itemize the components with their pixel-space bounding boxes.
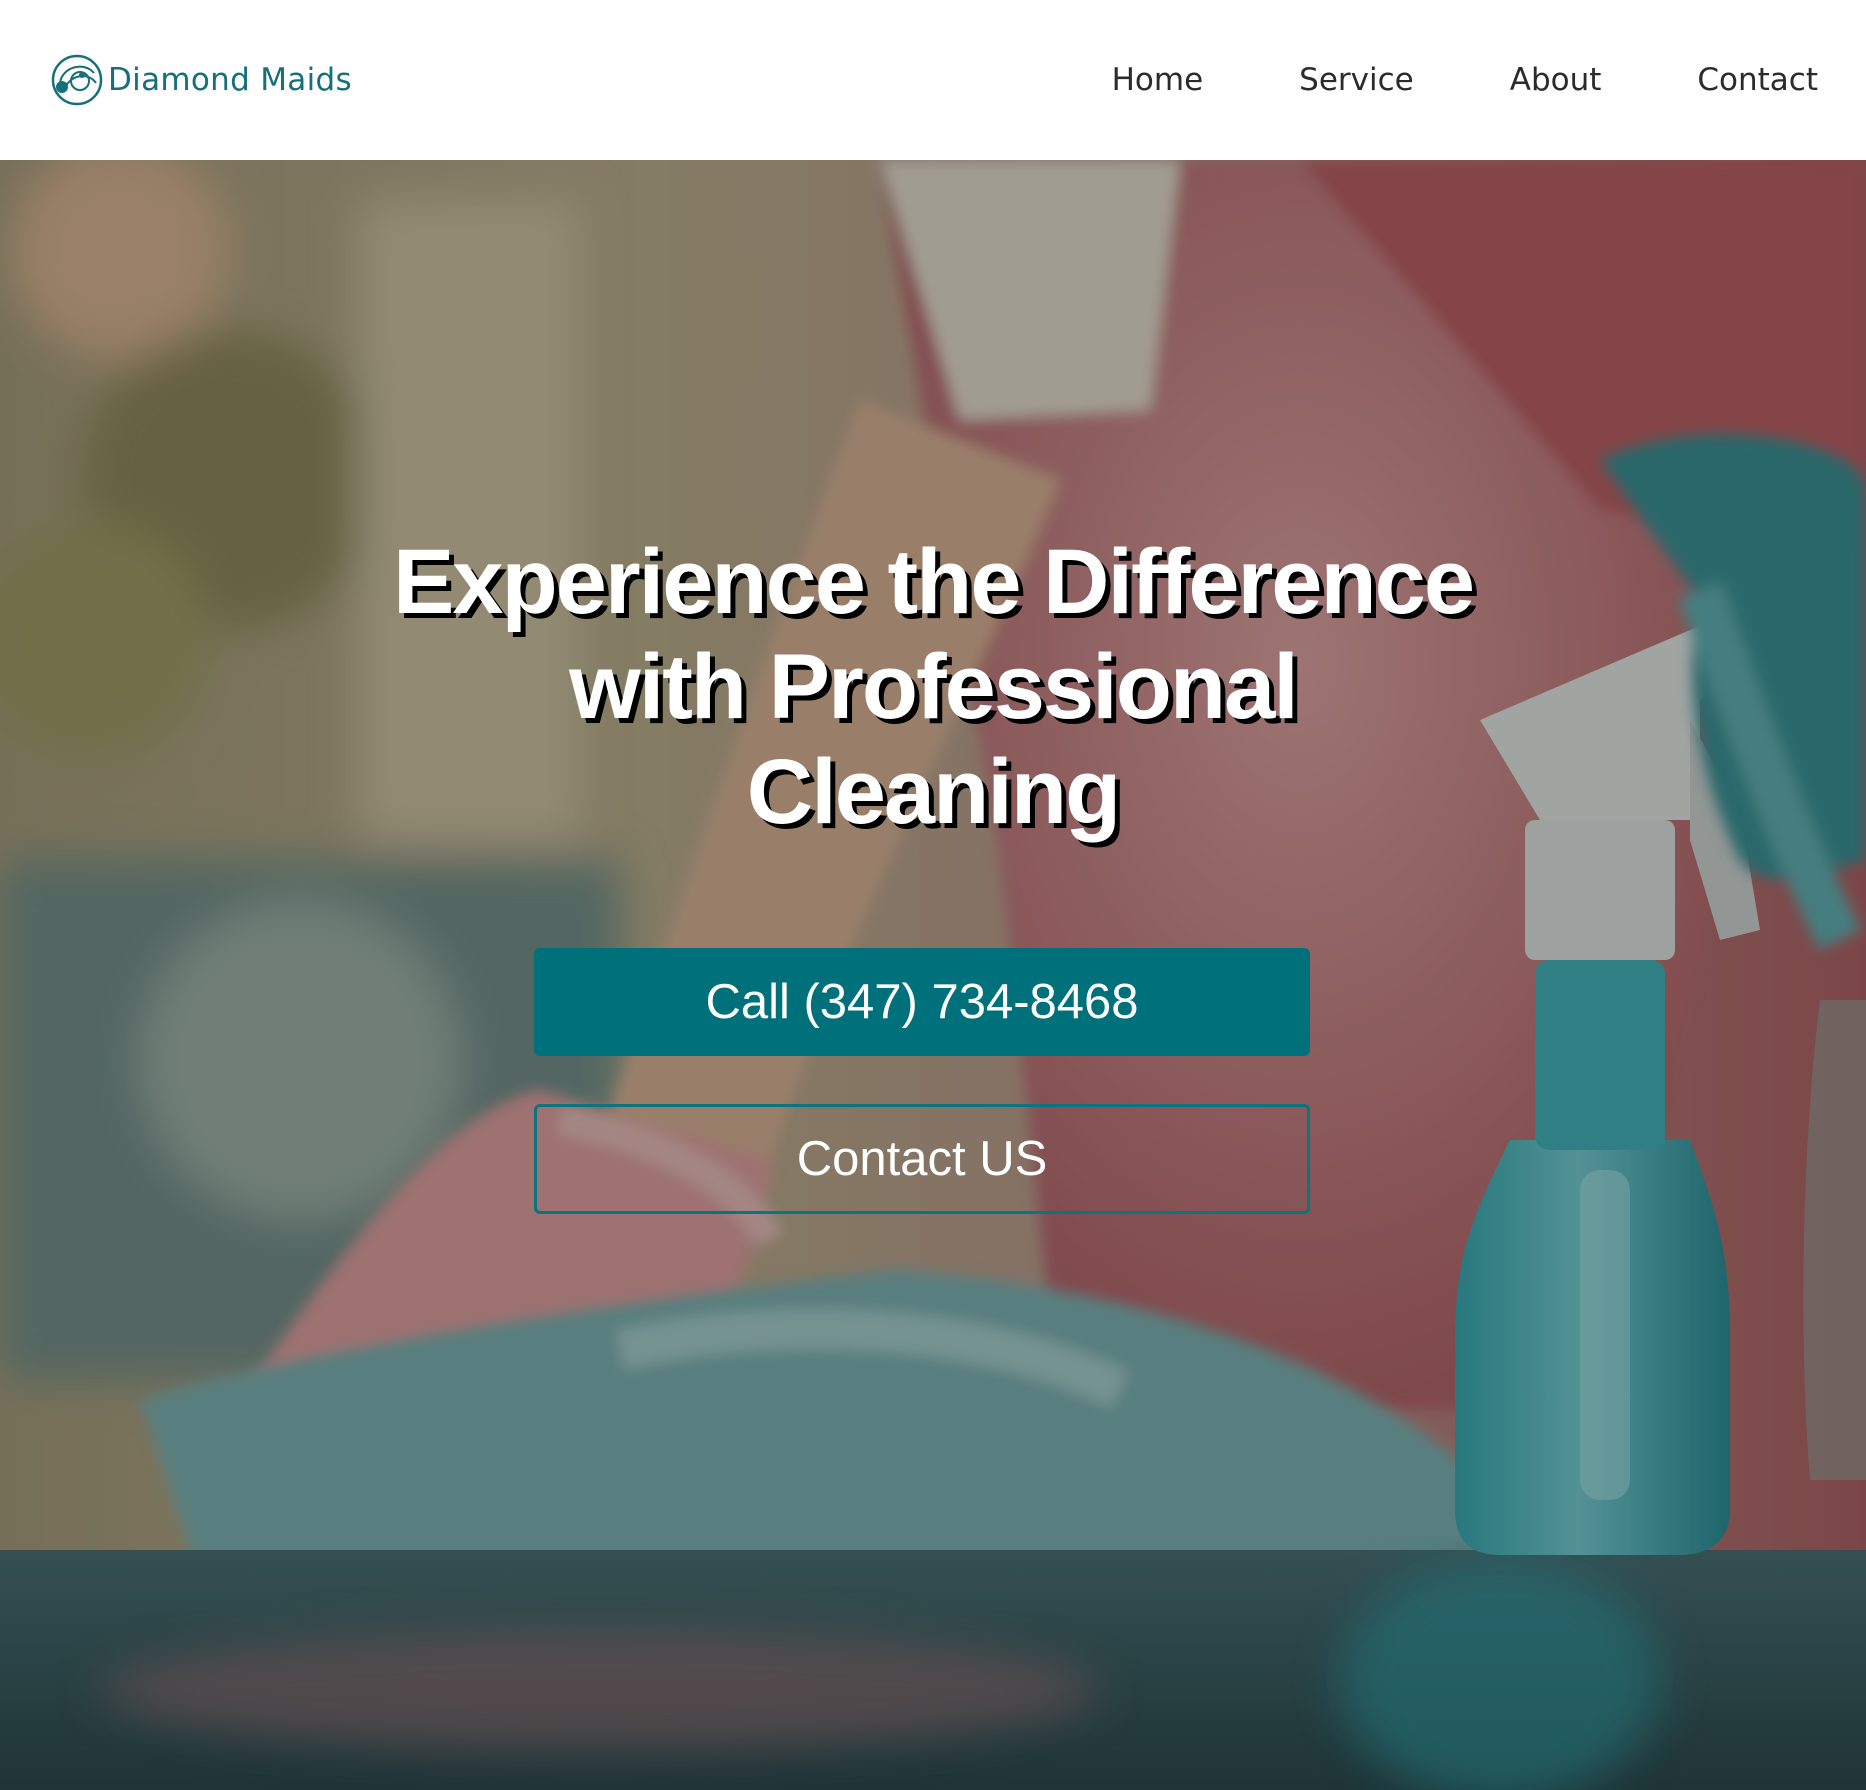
site-header: Diamond Maids Home Service About Contact [0, 0, 1866, 160]
brand-link[interactable]: Diamond Maids [50, 53, 352, 107]
hero-title-line-1: Experience the Difference [392, 531, 1475, 633]
diamond-maids-logo-icon [51, 54, 103, 106]
hero-title: Experience the Difference with Professio… [330, 530, 1536, 845]
nav-item-contact[interactable]: Contact [1697, 62, 1818, 98]
hero-section: Experience the Difference with Professio… [0, 160, 1866, 1790]
brand-name: Diamond Maids [108, 62, 352, 98]
hero-title-line-3: Cleaning [746, 741, 1121, 843]
contact-us-button[interactable]: Contact US [534, 1104, 1310, 1214]
call-phone-button[interactable]: Call (347) 734-8468 [534, 948, 1310, 1056]
nav-item-about[interactable]: About [1510, 62, 1602, 98]
hero-title-line-2: with Professional [569, 636, 1299, 738]
nav-item-service[interactable]: Service [1299, 62, 1414, 98]
page: Diamond Maids Home Service About Contact [0, 0, 1866, 1790]
nav-item-home[interactable]: Home [1112, 62, 1204, 98]
main-nav: Home Service About Contact [1112, 62, 1818, 98]
